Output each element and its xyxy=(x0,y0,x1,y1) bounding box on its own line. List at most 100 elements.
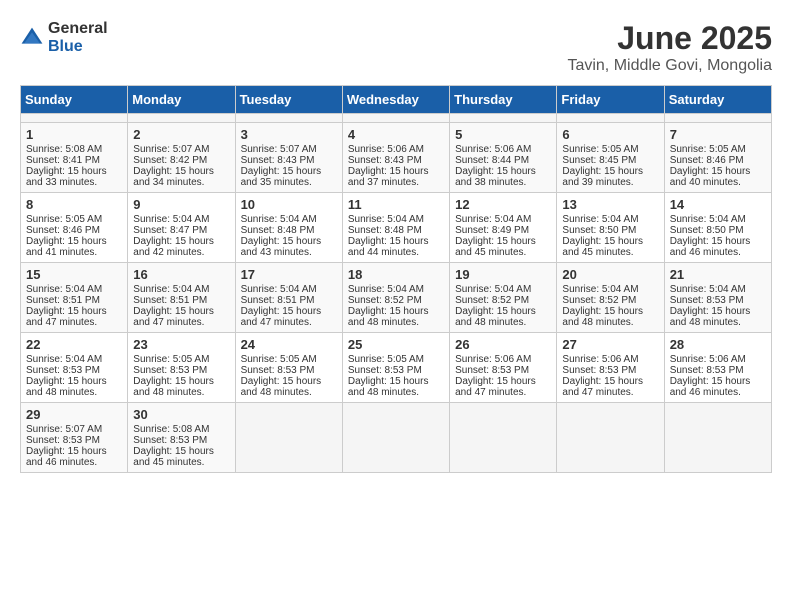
col-thursday: Thursday xyxy=(450,86,557,114)
calendar-cell: 29 Sunrise: 5:07 AM Sunset: 8:53 PM Dayl… xyxy=(21,403,128,473)
sunrise-label: Sunrise: 5:06 AM xyxy=(670,354,746,365)
calendar-cell: 18 Sunrise: 5:04 AM Sunset: 8:52 PM Dayl… xyxy=(342,263,449,333)
day-number: 21 xyxy=(670,267,766,282)
sunset-label: Sunset: 8:47 PM xyxy=(133,225,207,236)
calendar-cell xyxy=(450,114,557,123)
calendar-cell xyxy=(128,114,235,123)
daylight-label: Daylight: 15 hours and 43 minutes. xyxy=(241,236,322,258)
sunset-label: Sunset: 8:51 PM xyxy=(133,295,207,306)
sunset-label: Sunset: 8:41 PM xyxy=(26,155,100,166)
daylight-label: Daylight: 15 hours and 38 minutes. xyxy=(455,166,536,188)
sunrise-label: Sunrise: 5:06 AM xyxy=(348,144,424,155)
day-number: 28 xyxy=(670,337,766,352)
calendar-cell: 12 Sunrise: 5:04 AM Sunset: 8:49 PM Dayl… xyxy=(450,193,557,263)
daylight-label: Daylight: 15 hours and 48 minutes. xyxy=(241,376,322,398)
calendar-cell: 24 Sunrise: 5:05 AM Sunset: 8:53 PM Dayl… xyxy=(235,333,342,403)
sunrise-label: Sunrise: 5:07 AM xyxy=(26,424,102,435)
sunrise-label: Sunrise: 5:08 AM xyxy=(133,424,209,435)
daylight-label: Daylight: 15 hours and 47 minutes. xyxy=(133,306,214,328)
sunrise-label: Sunrise: 5:06 AM xyxy=(455,144,531,155)
sunset-label: Sunset: 8:51 PM xyxy=(241,295,315,306)
sunrise-label: Sunrise: 5:04 AM xyxy=(133,284,209,295)
daylight-label: Daylight: 15 hours and 45 minutes. xyxy=(133,446,214,468)
header: General Blue June 2025 Tavin, Middle Gov… xyxy=(20,20,772,75)
calendar-cell xyxy=(557,403,664,473)
calendar-cell xyxy=(342,403,449,473)
calendar-cell: 3 Sunrise: 5:07 AM Sunset: 8:43 PM Dayli… xyxy=(235,123,342,193)
day-number: 13 xyxy=(562,197,658,212)
sunset-label: Sunset: 8:42 PM xyxy=(133,155,207,166)
day-number: 15 xyxy=(26,267,122,282)
calendar-cell xyxy=(342,114,449,123)
calendar-cell: 8 Sunrise: 5:05 AM Sunset: 8:46 PM Dayli… xyxy=(21,193,128,263)
calendar-cell: 26 Sunrise: 5:06 AM Sunset: 8:53 PM Dayl… xyxy=(450,333,557,403)
day-number: 10 xyxy=(241,197,337,212)
daylight-label: Daylight: 15 hours and 33 minutes. xyxy=(26,166,107,188)
sunset-label: Sunset: 8:53 PM xyxy=(26,365,100,376)
sunset-label: Sunset: 8:52 PM xyxy=(348,295,422,306)
sunrise-label: Sunrise: 5:04 AM xyxy=(241,214,317,225)
calendar-cell xyxy=(450,403,557,473)
calendar-cell: 30 Sunrise: 5:08 AM Sunset: 8:53 PM Dayl… xyxy=(128,403,235,473)
day-number: 14 xyxy=(670,197,766,212)
daylight-label: Daylight: 15 hours and 47 minutes. xyxy=(241,306,322,328)
daylight-label: Daylight: 15 hours and 37 minutes. xyxy=(348,166,429,188)
daylight-label: Daylight: 15 hours and 46 minutes. xyxy=(670,376,751,398)
calendar-cell: 17 Sunrise: 5:04 AM Sunset: 8:51 PM Dayl… xyxy=(235,263,342,333)
sunset-label: Sunset: 8:53 PM xyxy=(133,365,207,376)
daylight-label: Daylight: 15 hours and 48 minutes. xyxy=(348,376,429,398)
calendar-cell: 19 Sunrise: 5:04 AM Sunset: 8:52 PM Dayl… xyxy=(450,263,557,333)
sunrise-label: Sunrise: 5:06 AM xyxy=(562,354,638,365)
daylight-label: Daylight: 15 hours and 42 minutes. xyxy=(133,236,214,258)
daylight-label: Daylight: 15 hours and 44 minutes. xyxy=(348,236,429,258)
calendar-cell: 5 Sunrise: 5:06 AM Sunset: 8:44 PM Dayli… xyxy=(450,123,557,193)
sunrise-label: Sunrise: 5:04 AM xyxy=(562,214,638,225)
calendar-cell: 15 Sunrise: 5:04 AM Sunset: 8:51 PM Dayl… xyxy=(21,263,128,333)
calendar-cell: 22 Sunrise: 5:04 AM Sunset: 8:53 PM Dayl… xyxy=(21,333,128,403)
col-saturday: Saturday xyxy=(664,86,771,114)
day-number: 17 xyxy=(241,267,337,282)
day-number: 9 xyxy=(133,197,229,212)
logo-blue: Blue xyxy=(48,38,83,55)
day-number: 27 xyxy=(562,337,658,352)
sunset-label: Sunset: 8:44 PM xyxy=(455,155,529,166)
col-monday: Monday xyxy=(128,86,235,114)
daylight-label: Daylight: 15 hours and 48 minutes. xyxy=(133,376,214,398)
calendar-cell: 1 Sunrise: 5:08 AM Sunset: 8:41 PM Dayli… xyxy=(21,123,128,193)
calendar-cell xyxy=(557,114,664,123)
calendar-table: Sunday Monday Tuesday Wednesday Thursday… xyxy=(20,85,772,473)
daylight-label: Daylight: 15 hours and 48 minutes. xyxy=(562,306,643,328)
day-number: 22 xyxy=(26,337,122,352)
sunset-label: Sunset: 8:48 PM xyxy=(348,225,422,236)
calendar-week-2: 8 Sunrise: 5:05 AM Sunset: 8:46 PM Dayli… xyxy=(21,193,772,263)
day-number: 18 xyxy=(348,267,444,282)
col-tuesday: Tuesday xyxy=(235,86,342,114)
header-row: Sunday Monday Tuesday Wednesday Thursday… xyxy=(21,86,772,114)
sunset-label: Sunset: 8:45 PM xyxy=(562,155,636,166)
calendar-week-5: 29 Sunrise: 5:07 AM Sunset: 8:53 PM Dayl… xyxy=(21,403,772,473)
sunset-label: Sunset: 8:46 PM xyxy=(670,155,744,166)
daylight-label: Daylight: 15 hours and 46 minutes. xyxy=(26,446,107,468)
daylight-label: Daylight: 15 hours and 45 minutes. xyxy=(562,236,643,258)
sunrise-label: Sunrise: 5:04 AM xyxy=(562,284,638,295)
day-number: 16 xyxy=(133,267,229,282)
location-title: Tavin, Middle Govi, Mongolia xyxy=(567,57,772,75)
sunrise-label: Sunrise: 5:05 AM xyxy=(562,144,638,155)
calendar-cell: 9 Sunrise: 5:04 AM Sunset: 8:47 PM Dayli… xyxy=(128,193,235,263)
sunrise-label: Sunrise: 5:05 AM xyxy=(26,214,102,225)
daylight-label: Daylight: 15 hours and 39 minutes. xyxy=(562,166,643,188)
sunrise-label: Sunrise: 5:04 AM xyxy=(26,354,102,365)
logo-icon xyxy=(20,26,44,50)
day-number: 2 xyxy=(133,127,229,142)
sunset-label: Sunset: 8:49 PM xyxy=(455,225,529,236)
daylight-label: Daylight: 15 hours and 47 minutes. xyxy=(562,376,643,398)
sunrise-label: Sunrise: 5:04 AM xyxy=(455,284,531,295)
calendar-cell: 11 Sunrise: 5:04 AM Sunset: 8:48 PM Dayl… xyxy=(342,193,449,263)
sunrise-label: Sunrise: 5:04 AM xyxy=(26,284,102,295)
calendar-cell: 20 Sunrise: 5:04 AM Sunset: 8:52 PM Dayl… xyxy=(557,263,664,333)
sunrise-label: Sunrise: 5:07 AM xyxy=(241,144,317,155)
calendar-week-4: 22 Sunrise: 5:04 AM Sunset: 8:53 PM Dayl… xyxy=(21,333,772,403)
daylight-label: Daylight: 15 hours and 46 minutes. xyxy=(670,236,751,258)
calendar-cell xyxy=(235,114,342,123)
sunrise-label: Sunrise: 5:08 AM xyxy=(26,144,102,155)
